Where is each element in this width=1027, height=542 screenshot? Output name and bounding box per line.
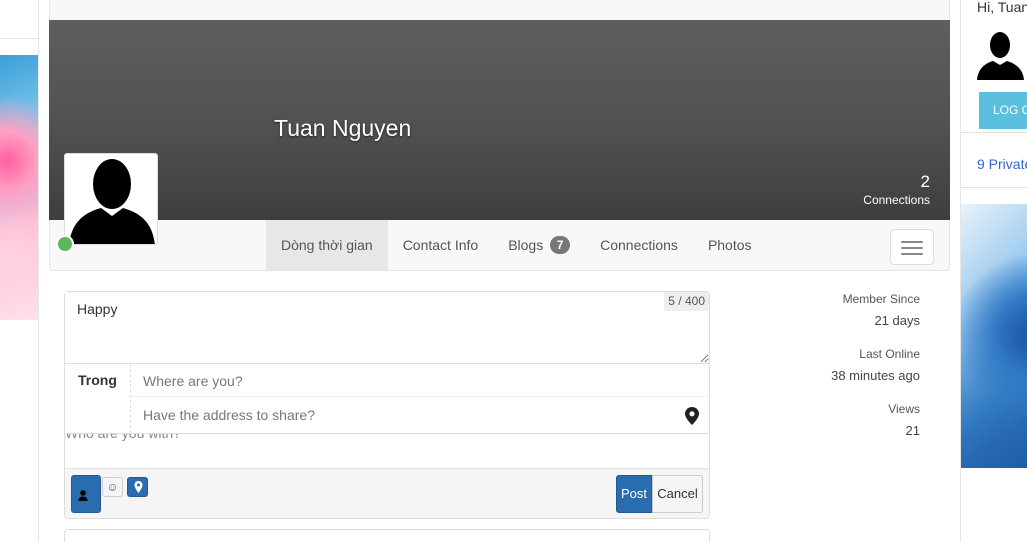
hamburger-icon[interactable]: [890, 229, 934, 265]
right-ad-banner[interactable]: [961, 204, 1027, 468]
hamburger-line: [901, 253, 923, 255]
hamburger-line: [901, 247, 923, 249]
member-since-label: Member Since: [842, 292, 920, 306]
profile-nav: Dòng thời gian Contact Info Blogs 7 Conn…: [49, 220, 950, 271]
connections-stat[interactable]: 2 Connections: [863, 172, 930, 208]
profile-avatar[interactable]: [64, 153, 158, 245]
profile-tabs: Dòng thời gian Contact Info Blogs 7 Conn…: [266, 220, 767, 270]
divider: [961, 132, 1027, 133]
tag-friends-button[interactable]: [71, 475, 101, 513]
cover-photo: Tuan Nguyen 2 Connections: [49, 20, 950, 220]
post-button[interactable]: Post: [616, 475, 652, 513]
profile-name: Tuan Nguyen: [274, 115, 412, 141]
views-value: 21: [905, 423, 920, 438]
person-silhouette-icon: [69, 159, 155, 244]
address-input[interactable]: Have the address to share?: [143, 407, 315, 423]
char-counter: 5 / 400: [664, 292, 709, 311]
last-online-label: Last Online: [859, 347, 920, 361]
private-messages-link[interactable]: 9 Private: [977, 156, 1027, 172]
tab-blogs-label: Blogs: [508, 237, 544, 253]
location-label: Trong: [65, 364, 131, 433]
user-icon: [78, 490, 88, 501]
next-post-card: [64, 529, 710, 542]
status-composer: Happy 5 / 400 Trong Where are you? Have …: [64, 291, 710, 519]
status-textarea[interactable]: Happy: [65, 292, 709, 364]
left-sidebar: [0, 0, 39, 542]
tab-photos[interactable]: Photos: [693, 220, 767, 270]
user-greeting: Hi, Tuan: [977, 0, 1027, 15]
hamburger-line: [901, 241, 923, 243]
logout-button[interactable]: LOG OUT: [979, 92, 1027, 129]
top-bar: [49, 0, 950, 20]
divider: [961, 187, 1027, 188]
cancel-button[interactable]: Cancel: [652, 475, 703, 513]
connections-label: Connections: [863, 193, 930, 207]
tab-blogs[interactable]: Blogs 7: [493, 220, 585, 270]
tag-friends-row[interactable]: Who are you with?: [65, 433, 709, 468]
last-online-value: 38 minutes ago: [831, 368, 920, 383]
blogs-count-badge: 7: [550, 236, 571, 254]
left-ad-banner[interactable]: [0, 55, 38, 320]
right-sidebar: Hi, Tuan LOG OUT 9 Private: [960, 0, 1027, 542]
tab-connections[interactable]: Connections: [585, 220, 693, 270]
profile-stats: Member Since 21 days Last Online 38 minu…: [760, 291, 920, 456]
smiley-icon: ☺: [106, 480, 119, 494]
where-input[interactable]: Where are you?: [143, 373, 243, 389]
map-pin-icon[interactable]: [685, 407, 699, 425]
views-label: Views: [888, 402, 920, 416]
who-input[interactable]: Who are you with?: [65, 434, 181, 441]
map-marker-icon: [134, 481, 143, 493]
member-since-value: 21 days: [874, 313, 920, 328]
tab-timeline[interactable]: Dòng thời gian: [266, 220, 388, 270]
divider: [0, 38, 39, 39]
connections-count: 2: [920, 172, 930, 191]
location-button[interactable]: [127, 477, 148, 497]
online-status-indicator: [56, 235, 74, 253]
page: Tuan Nguyen 2 Connections Dòng thời gian…: [0, 0, 1027, 542]
emoji-button[interactable]: ☺: [102, 477, 123, 497]
divider: [131, 396, 709, 397]
user-avatar-icon[interactable]: [976, 30, 1026, 80]
tab-contact-info[interactable]: Contact Info: [388, 220, 494, 270]
composer-toolbar: ☺ Post Cancel: [65, 468, 709, 518]
